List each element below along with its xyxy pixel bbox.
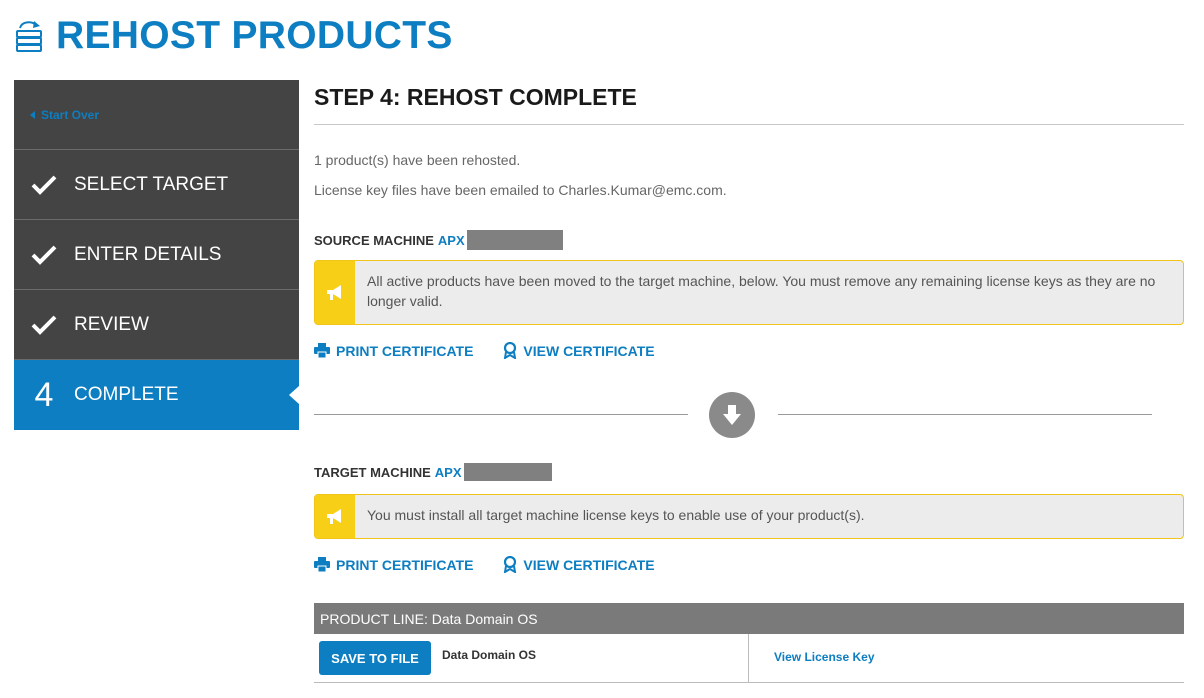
view-certificate-label: VIEW CERTIFICATE — [523, 342, 655, 359]
sidebar-step-review[interactable]: REVIEW — [14, 290, 299, 360]
target-alert: You must install all target machine lice… — [314, 494, 1184, 539]
source-machine-label: SOURCE MACHINE — [314, 232, 434, 248]
source-machine-id: APX — [437, 232, 465, 248]
main-content: STEP 4: REHOST COMPLETE 1 product(s) hav… — [314, 80, 1184, 683]
sidebar-step-enter-details[interactable]: ENTER DETAILS — [14, 220, 299, 290]
sidebar-step-label: COMPLETE — [74, 384, 179, 405]
start-over-link[interactable]: Start Over — [14, 80, 299, 150]
print-certificate-button[interactable]: PRINT CERTIFICATE — [314, 343, 473, 359]
redacted-block — [463, 463, 552, 481]
column-divider — [748, 634, 749, 682]
save-to-file-button[interactable]: SAVE TO FILE — [319, 641, 431, 675]
view-certificate-button[interactable]: VIEW CERTIFICATE — [503, 342, 655, 359]
award-icon — [504, 556, 517, 573]
target-machine-heading: TARGET MACHINE APX — [314, 463, 552, 481]
product-line-header: PRODUCT LINE: Data Domain OS — [314, 603, 1184, 634]
step-number: 4 — [34, 375, 54, 414]
print-certificate-button[interactable]: PRINT CERTIFICATE — [314, 557, 473, 573]
caret-left-icon — [30, 110, 35, 119]
start-over-label: Start Over — [41, 107, 100, 122]
sidebar-step-select-target[interactable]: SELECT TARGET — [14, 150, 299, 220]
sidebar-step-complete: 4 COMPLETE — [14, 360, 299, 430]
page-title: REHOST PRODUCTS — [56, 14, 453, 57]
rehosted-message: 1 product(s) have been rehosted. — [314, 152, 521, 168]
target-alert-text: You must install all target machine lice… — [367, 507, 865, 523]
source-machine-heading: SOURCE MACHINE APX — [314, 230, 563, 250]
source-alert: All active products have been moved to t… — [314, 260, 1184, 325]
award-icon — [504, 342, 517, 359]
source-alert-text: All active products have been moved to t… — [367, 273, 1156, 309]
printer-icon — [314, 557, 330, 572]
sidebar-step-label: ENTER DETAILS — [74, 243, 222, 265]
sidebar: Start Over SELECT TARGET ENTER DETAILS R… — [14, 80, 299, 430]
megaphone-icon — [315, 261, 355, 324]
rehost-icon — [14, 18, 46, 54]
view-certificate-label: VIEW CERTIFICATE — [523, 556, 655, 573]
sidebar-step-label: REVIEW — [74, 313, 149, 335]
target-machine-id: APX — [434, 464, 462, 480]
transfer-divider — [314, 392, 1184, 438]
target-actions: PRINT CERTIFICATE VIEW CERTIFICATE — [314, 556, 685, 573]
megaphone-icon — [315, 495, 355, 538]
check-icon — [14, 174, 74, 196]
printer-icon — [314, 343, 330, 358]
target-machine-label: TARGET MACHINE — [314, 464, 431, 480]
redacted-block — [466, 230, 563, 250]
check-icon — [14, 314, 74, 336]
print-certificate-label: PRINT CERTIFICATE — [336, 342, 474, 359]
view-license-key-link[interactable]: View License Key — [774, 650, 875, 664]
product-name: Data Domain OS — [442, 648, 537, 662]
source-actions: PRINT CERTIFICATE VIEW CERTIFICATE — [314, 342, 685, 359]
print-certificate-label: PRINT CERTIFICATE — [336, 556, 474, 573]
sidebar-step-label: SELECT TARGET — [74, 173, 229, 195]
email-message: License key files have been emailed to C… — [314, 182, 727, 198]
check-icon — [14, 244, 74, 266]
step-title: STEP 4: REHOST COMPLETE — [314, 82, 1184, 125]
table-row: SAVE TO FILE Data Domain OS View License… — [314, 634, 1184, 683]
view-certificate-button[interactable]: VIEW CERTIFICATE — [503, 556, 655, 573]
arrow-down-icon — [709, 392, 755, 438]
page-header: REHOST PRODUCTS — [14, 10, 453, 62]
